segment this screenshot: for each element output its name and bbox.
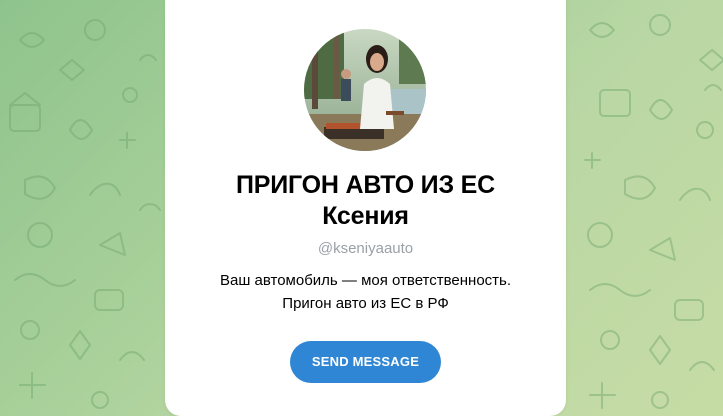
channel-title-line2: Ксения [322, 202, 409, 230]
description-line2: Пригон авто из ЕС в РФ [282, 295, 449, 312]
channel-description: Ваш автомобиль — моя ответственность. Пр… [165, 269, 566, 315]
channel-card: ПРИГОН АВТО ИЗ ЕС Ксения @kseniyaauto Ва… [165, 0, 566, 416]
channel-avatar [304, 29, 426, 151]
channel-title-line1: ПРИГОН АВТО ИЗ ЕС [235, 171, 495, 199]
description-line1: Ваш автомобиль — моя ответственность. [219, 272, 512, 289]
channel-title: ПРИГОН АВТО ИЗ ЕС Ксения [165, 170, 566, 232]
send-message-button[interactable]: SEND MESSAGE [290, 341, 441, 383]
channel-username: @kseniyaauto [317, 240, 414, 257]
